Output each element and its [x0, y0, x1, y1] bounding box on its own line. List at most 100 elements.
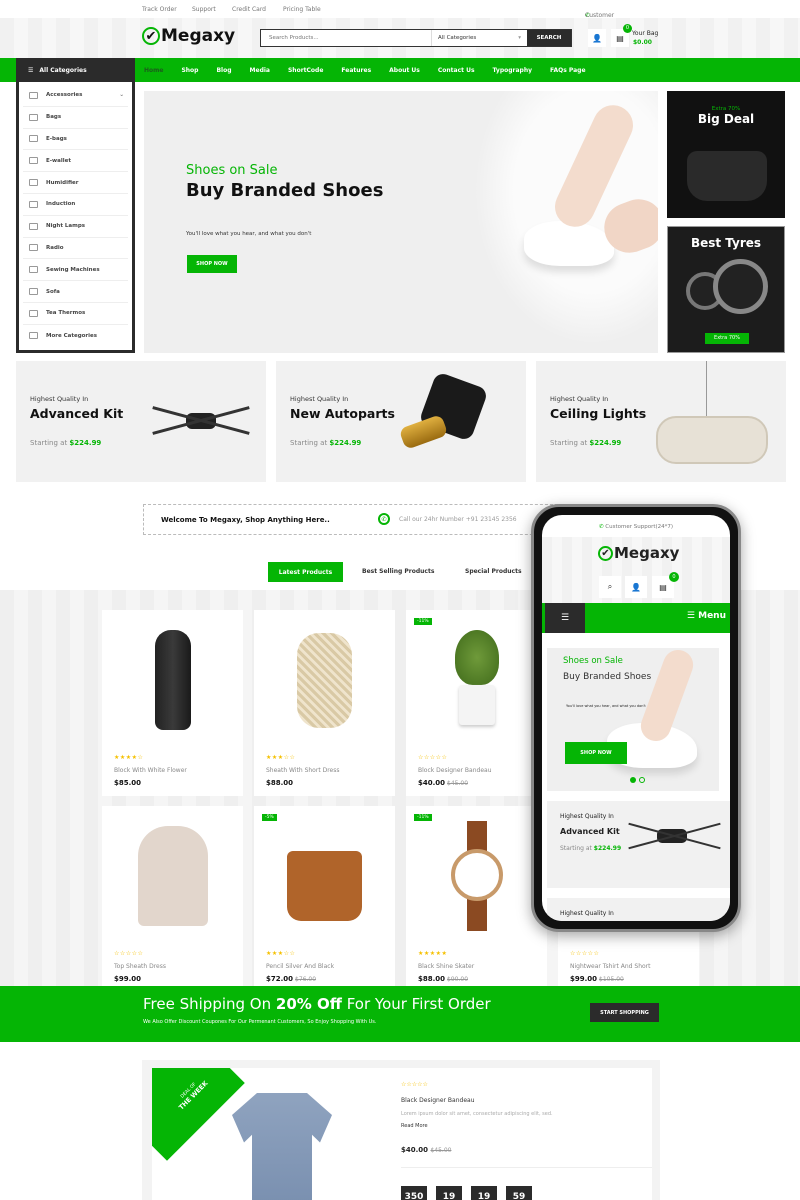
nav-about-us[interactable]: About Us	[389, 67, 420, 74]
sidebar-item-radio[interactable]: Radio	[23, 238, 128, 260]
banner-title: Ceiling Lights	[550, 406, 647, 421]
deal-description: Lorem ipsum dolor sit amet, consectetur …	[401, 1111, 553, 1117]
phone-menu-button[interactable]: ☰ Menu	[687, 611, 726, 621]
phone-support: ✆ Customer Support(24*7)	[598, 524, 674, 530]
nav-shop[interactable]: Shop	[181, 67, 198, 74]
sidebar-item-sewing-machines[interactable]: Sewing Machines	[23, 259, 128, 282]
product-name[interactable]: Black Shine Skater	[418, 963, 474, 970]
nav-home[interactable]: Home	[144, 67, 163, 74]
category-icon	[29, 113, 38, 121]
nav-typography[interactable]: Typography	[493, 67, 533, 74]
shirt-image	[232, 1093, 332, 1200]
credit-card-link[interactable]: Credit Card	[232, 6, 266, 13]
banner-price: Starting at $224.99	[290, 439, 362, 447]
product-card[interactable]: -11% ☆☆☆☆☆ Block Designer Bandeau $40.00 $45…	[406, 610, 547, 796]
pricing-table-link[interactable]: Pricing Table	[283, 6, 321, 13]
logo[interactable]: ✔ Megaxy	[142, 26, 235, 46]
nav-media[interactable]: Media	[250, 67, 270, 74]
product-image[interactable]	[254, 610, 395, 750]
search-bar: All Categories▾ SEARCH	[260, 29, 572, 47]
phone-category-banner-2[interactable]: Highest Quality In	[547, 898, 730, 921]
category-icon	[29, 309, 38, 317]
product-card[interactable]: -11% ★★★★★ Black Shine Skater $88.00 $90.00	[406, 806, 547, 986]
product-image[interactable]	[102, 610, 243, 750]
nav-features[interactable]: Features	[341, 67, 371, 74]
product-name[interactable]: Nightwear Tshirt And Short	[570, 963, 651, 970]
phone-user-icon[interactable]: 👤	[625, 576, 647, 598]
hero-kicker: Shoes on Sale	[186, 163, 278, 178]
shop-now-button[interactable]: SHOP NOW	[187, 255, 237, 273]
product-card[interactable]: ★★★★☆ Block With White Flower $85.00	[102, 610, 243, 796]
countdown: 350 19 19 59	[401, 1186, 532, 1200]
product-card[interactable]: ★★★☆☆ Sheath With Short Dress $88.00	[254, 610, 395, 796]
sidebar-item-induction[interactable]: Induction	[23, 194, 128, 216]
category-banner-advanced-kit[interactable]: Highest Quality In Advanced Kit Starting…	[16, 361, 266, 482]
nav-blog[interactable]: Blog	[216, 67, 231, 74]
phone-header: ✔ Megaxy ⌕ 👤 ▤ 0	[542, 537, 730, 603]
tyre-image	[713, 259, 768, 314]
phone-logo[interactable]: ✔ Megaxy	[598, 544, 679, 562]
category-icon	[29, 135, 38, 143]
track-order-link[interactable]: Track Order	[142, 6, 177, 13]
extra-70-button[interactable]: Extra 70%	[705, 333, 749, 344]
tab-best-selling-products[interactable]: Best Selling Products	[362, 568, 434, 575]
support-link[interactable]: Support	[192, 6, 216, 13]
product-image[interactable]	[406, 610, 547, 750]
tab-latest-products[interactable]: Latest Products	[268, 562, 343, 582]
category-banner-new-autoparts[interactable]: Highest Quality In New Autoparts Startin…	[276, 361, 526, 482]
rating-stars: ★★★☆☆	[266, 950, 296, 957]
phone-search-icon[interactable]: ⌕	[599, 576, 621, 598]
your-bag-label[interactable]: Your Bag	[632, 30, 658, 37]
tab-special-products[interactable]: Special Products	[465, 568, 522, 575]
sidebar-item-bags[interactable]: Bags	[23, 107, 128, 129]
nav-contact-us[interactable]: Contact Us	[438, 67, 475, 74]
phone-category-toggle[interactable]: ☰	[545, 603, 585, 633]
product-name[interactable]: Block With White Flower	[114, 767, 187, 774]
sidebar-item-night-lamps[interactable]: Night Lamps	[23, 216, 128, 238]
search-button[interactable]: SEARCH	[527, 30, 571, 46]
category-banner-ceiling-lights[interactable]: Highest Quality In Ceiling Lights Starti…	[536, 361, 786, 482]
product-name[interactable]: Sheath With Short Dress	[266, 767, 339, 774]
best-tyres-banner[interactable]: Best Tyres Extra 70%	[667, 226, 785, 353]
sidebar-item-e-bags[interactable]: E-bags	[23, 129, 128, 151]
category-icon	[29, 179, 38, 187]
product-image[interactable]	[254, 806, 395, 946]
nav-shortcode[interactable]: ShortCode	[288, 67, 323, 74]
sidebar-item-label: Bags	[46, 114, 62, 121]
sidebar-item-label: Tea Thermos	[46, 310, 86, 317]
slider-dot-active[interactable]	[630, 777, 636, 783]
shipping-headline: Free Shipping On 20% Off For Your First …	[143, 995, 491, 1013]
sidebar-item-accessories[interactable]: Accessories ⌄	[23, 85, 128, 107]
phone-cart-badge: 0	[669, 572, 679, 582]
sidebar-item-sofa[interactable]: Sofa	[23, 281, 128, 303]
product-image[interactable]	[406, 806, 547, 946]
sidebar-item-more-categories[interactable]: More Categories	[23, 325, 128, 347]
welcome-bar: Welcome To Megaxy, Shop Anything Here.. …	[143, 504, 563, 535]
slider-dot[interactable]	[639, 777, 645, 783]
big-deal-banner[interactable]: Extra 70% Big Deal	[667, 91, 785, 218]
sidebar-item-tea-thermos[interactable]: Tea Thermos	[23, 303, 128, 325]
product-card[interactable]: -5% ★★★☆☆ Pencil Silver And Black $72.00 $76…	[254, 806, 395, 986]
search-input[interactable]	[261, 30, 431, 46]
user-icon[interactable]: 👤	[588, 29, 606, 47]
banner-price: Starting at $224.99	[550, 439, 622, 447]
product-name[interactable]: Pencil Silver And Black	[266, 963, 334, 970]
read-more-link[interactable]: Read More	[401, 1123, 428, 1129]
start-shopping-button[interactable]: START SHOPPING	[590, 1003, 659, 1022]
deal-price: $40.00 $45.00	[401, 1146, 452, 1154]
product-image[interactable]	[102, 806, 243, 946]
phone-category-banner[interactable]: Highest Quality In Advanced Kit Starting…	[547, 801, 730, 888]
sidebar-item-humidifier[interactable]: Humidifier	[23, 172, 128, 194]
category-select[interactable]: All Categories ▾	[431, 30, 527, 46]
sidebar-item-label: Radio	[46, 244, 64, 251]
discount-badge: -11%	[414, 618, 432, 625]
nav-faqs-page[interactable]: FAQs Page	[550, 67, 585, 74]
phone-shop-now-button[interactable]: SHOP NOW	[565, 742, 627, 764]
all-categories-button[interactable]: ☰ All Categories	[16, 58, 135, 82]
product-name[interactable]: Block Designer Bandeau	[418, 767, 492, 774]
product-name[interactable]: Top Sheath Dress	[114, 963, 166, 970]
sidebar-item-e-wallet[interactable]: E-wallet	[23, 150, 128, 173]
sidebar-item-label: Induction	[46, 201, 76, 208]
deal-product-name[interactable]: Black Designer Bandeau	[401, 1097, 475, 1104]
product-card[interactable]: ☆☆☆☆☆ Top Sheath Dress $99.00	[102, 806, 243, 986]
